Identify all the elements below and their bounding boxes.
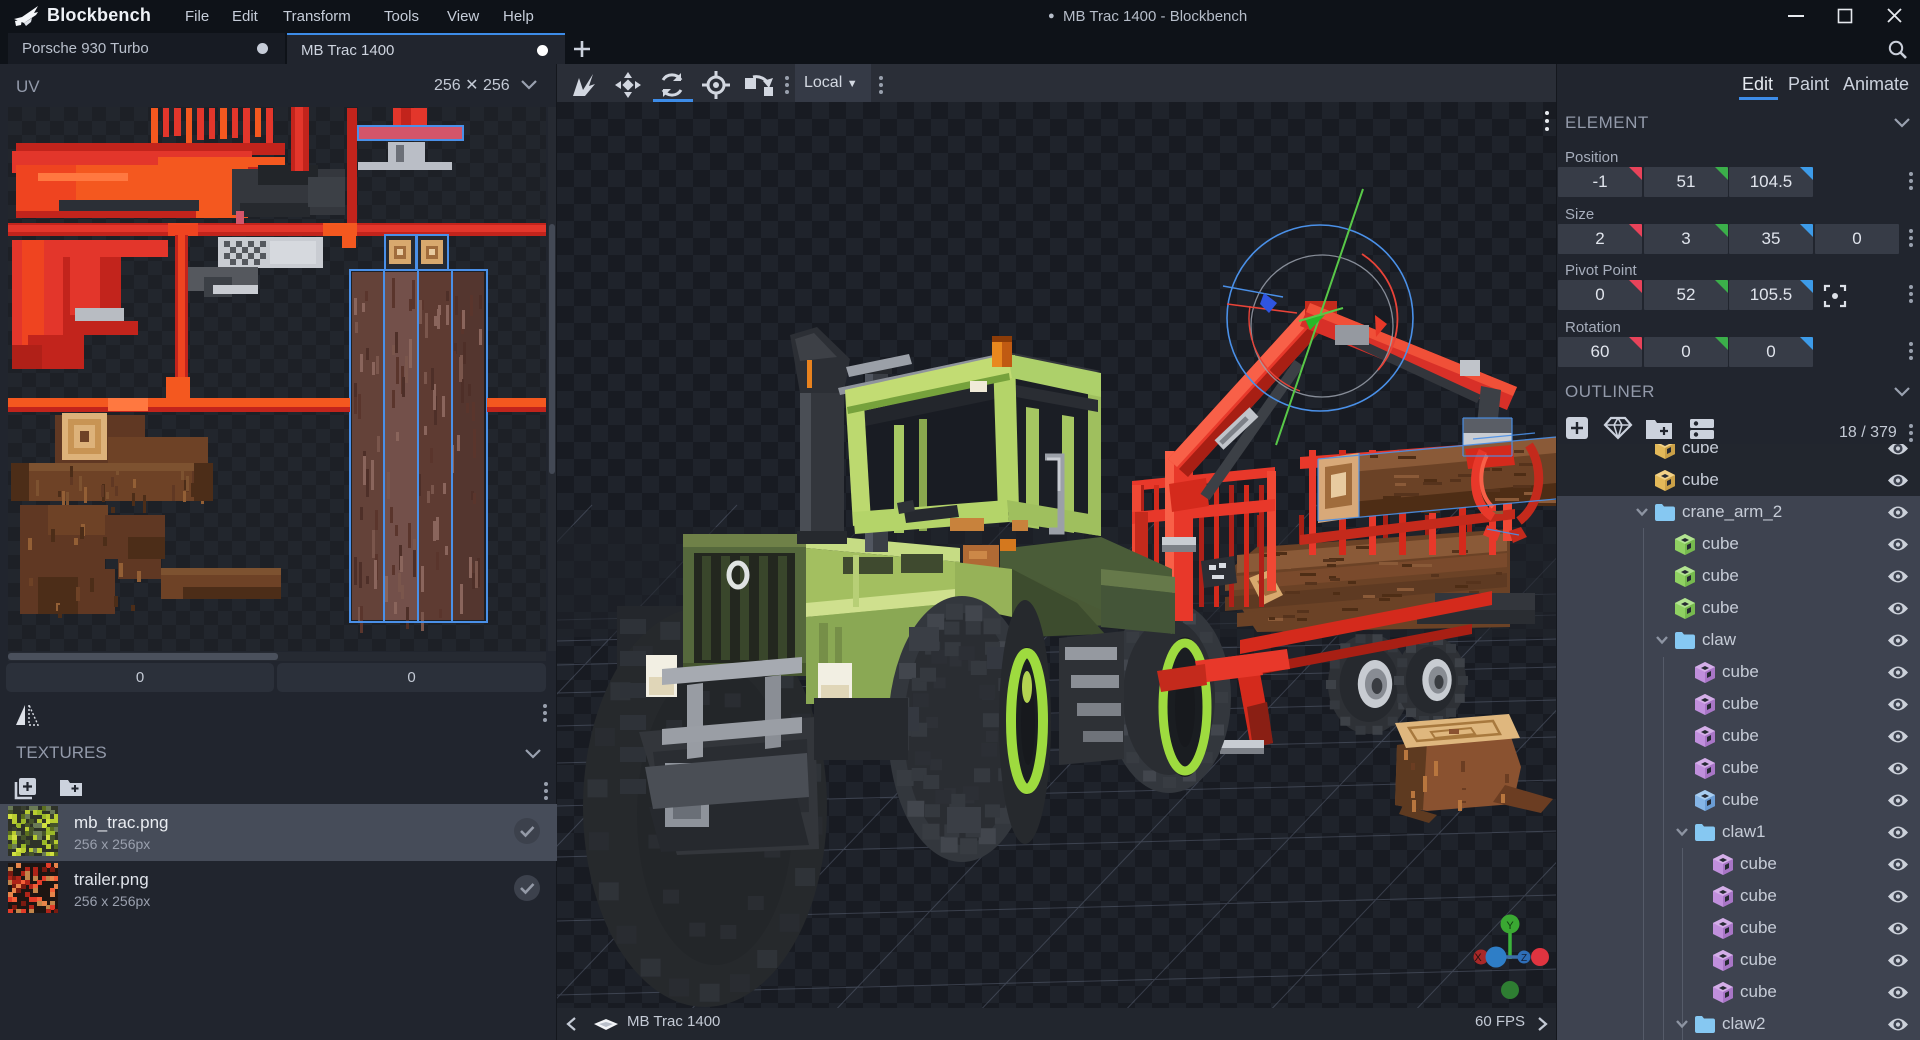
svg-text:X: X [1474,952,1482,964]
svg-text:Y: Y [1506,920,1514,932]
svg-text:Z: Z [1521,953,1527,964]
